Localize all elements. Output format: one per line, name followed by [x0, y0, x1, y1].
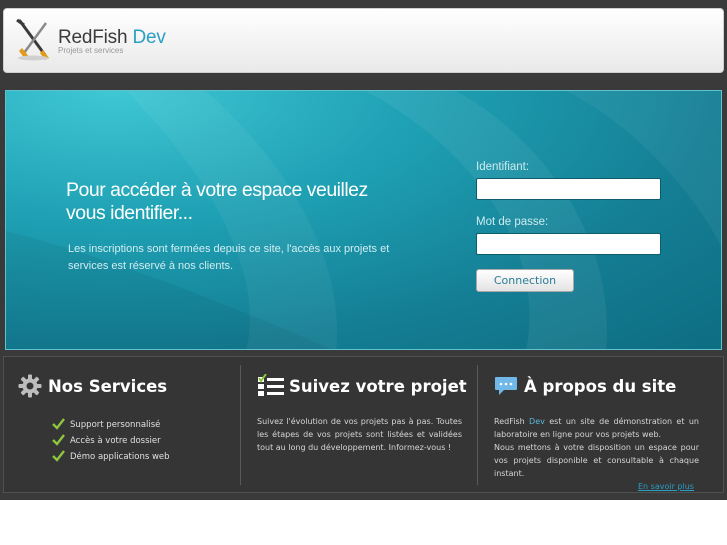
- checkmark-icon: [52, 434, 65, 446]
- services-title: Nos Services: [48, 377, 168, 396]
- projects-text: Suivez l'évolution de vos projets pas à …: [257, 417, 462, 452]
- about-brand-main: RedFish: [494, 417, 525, 426]
- about-brand-accent: Dev: [529, 417, 545, 426]
- site-header: RedFish Dev Projets et services: [3, 8, 724, 73]
- hero-text: Les inscriptions sont fermées depuis ce …: [68, 243, 390, 272]
- list-item: Démo applications web: [52, 449, 170, 465]
- login-button[interactable]: Connection: [476, 269, 574, 292]
- more-info-link[interactable]: En savoir plus: [638, 482, 694, 491]
- about-text-part1: est un site de démonstration et un labor…: [494, 417, 699, 439]
- projects-column: Suivez votre projet Suivez l'évolution d…: [241, 357, 477, 494]
- checklist-icon: [258, 374, 284, 396]
- hero-title: Pour accéder à votre espace veuillez vou…: [66, 179, 368, 224]
- list-item: Accès à votre dossier: [52, 433, 170, 449]
- password-field[interactable]: [476, 233, 661, 255]
- brand-tagline: Projets et services: [58, 46, 124, 55]
- username-label: Identifiant:: [476, 161, 530, 173]
- chat-bubble-icon: [495, 377, 517, 395]
- login-form: Identifiant: Mot de passe: Connection: [476, 161, 666, 292]
- gear-icon: [18, 374, 42, 398]
- about-column: À propos du site RedFish Dev est un site…: [478, 357, 725, 494]
- checkmark-icon: [52, 418, 65, 430]
- list-item: Support personnalisé: [52, 417, 170, 433]
- info-panel: Nos Services Support personnalisé Accès …: [3, 356, 724, 493]
- about-text: RedFish Dev est un site de démonstration…: [494, 415, 699, 480]
- checkmark-icon: [52, 450, 65, 462]
- username-field[interactable]: [476, 178, 661, 200]
- tools-icon: [16, 18, 49, 61]
- service-label: Support personnalisé: [70, 420, 161, 430]
- projects-title: Suivez votre projet: [289, 377, 467, 396]
- about-title: À propos du site: [524, 377, 677, 396]
- login-hero: Pour accéder à votre espace veuillez vou…: [5, 90, 722, 350]
- services-column: Nos Services Support personnalisé Accès …: [4, 357, 240, 494]
- services-list: Support personnalisé Accès à votre dossi…: [52, 417, 170, 465]
- password-label: Mot de passe:: [476, 216, 549, 228]
- about-text-part2: Nous mettons à votre disposition un espa…: [494, 443, 699, 478]
- service-label: Accès à votre dossier: [70, 436, 161, 446]
- brand-accent: Dev: [132, 27, 166, 48]
- service-label: Démo applications web: [70, 452, 170, 462]
- brand-main: RedFish: [58, 27, 128, 48]
